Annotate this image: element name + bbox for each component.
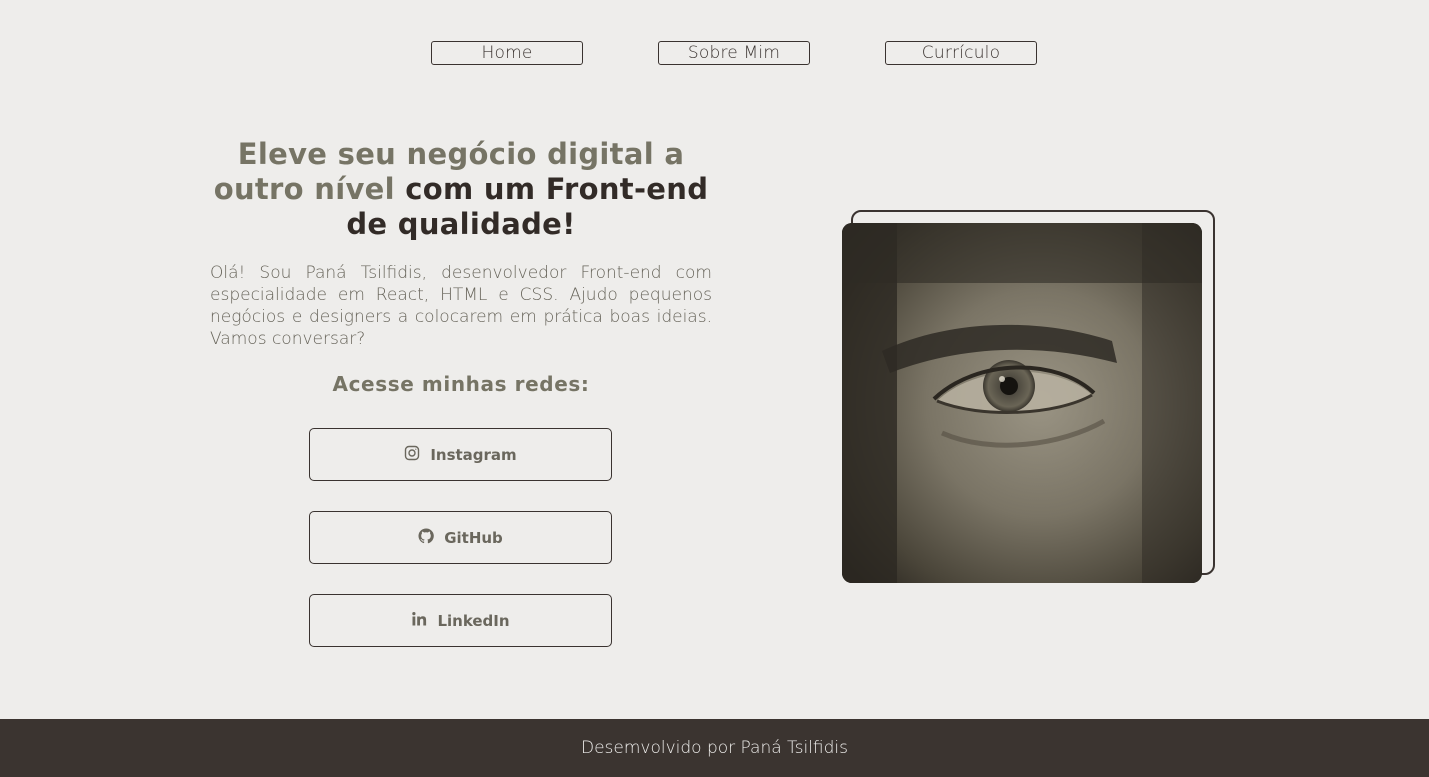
top-nav: Home Sobre Mim Currículo xyxy=(0,41,1429,65)
github-label: GitHub xyxy=(444,528,503,547)
instagram-button[interactable]: Instagram xyxy=(309,428,612,481)
headline-dark: com um Front-end de qualidade! xyxy=(346,172,709,241)
nav-about-button[interactable]: Sobre Mim xyxy=(658,41,810,65)
nav-resume-button[interactable]: Currículo xyxy=(885,41,1037,65)
github-icon xyxy=(418,527,434,544)
instagram-label: Instagram xyxy=(430,445,517,464)
instagram-icon xyxy=(404,445,420,461)
footer: Desemvolvido por Paná Tsilfidis xyxy=(0,719,1429,777)
linkedin-label: LinkedIn xyxy=(437,611,510,630)
hero-headline: Eleve seu negócio digital a outro nível … xyxy=(210,137,712,242)
nav-home-button[interactable]: Home xyxy=(431,41,583,65)
linkedin-button[interactable]: LinkedIn xyxy=(309,594,612,647)
footer-text: Desemvolvido por Paná Tsilfidis xyxy=(580,738,849,758)
linkedin-icon xyxy=(411,611,427,627)
github-button[interactable]: GitHub xyxy=(309,511,612,564)
intro-paragraph: Olá! Sou Paná Tsilfidis, desenvolvedor F… xyxy=(210,263,712,349)
profile-photo xyxy=(842,223,1202,583)
social-title: Acesse minhas redes: xyxy=(332,372,590,396)
